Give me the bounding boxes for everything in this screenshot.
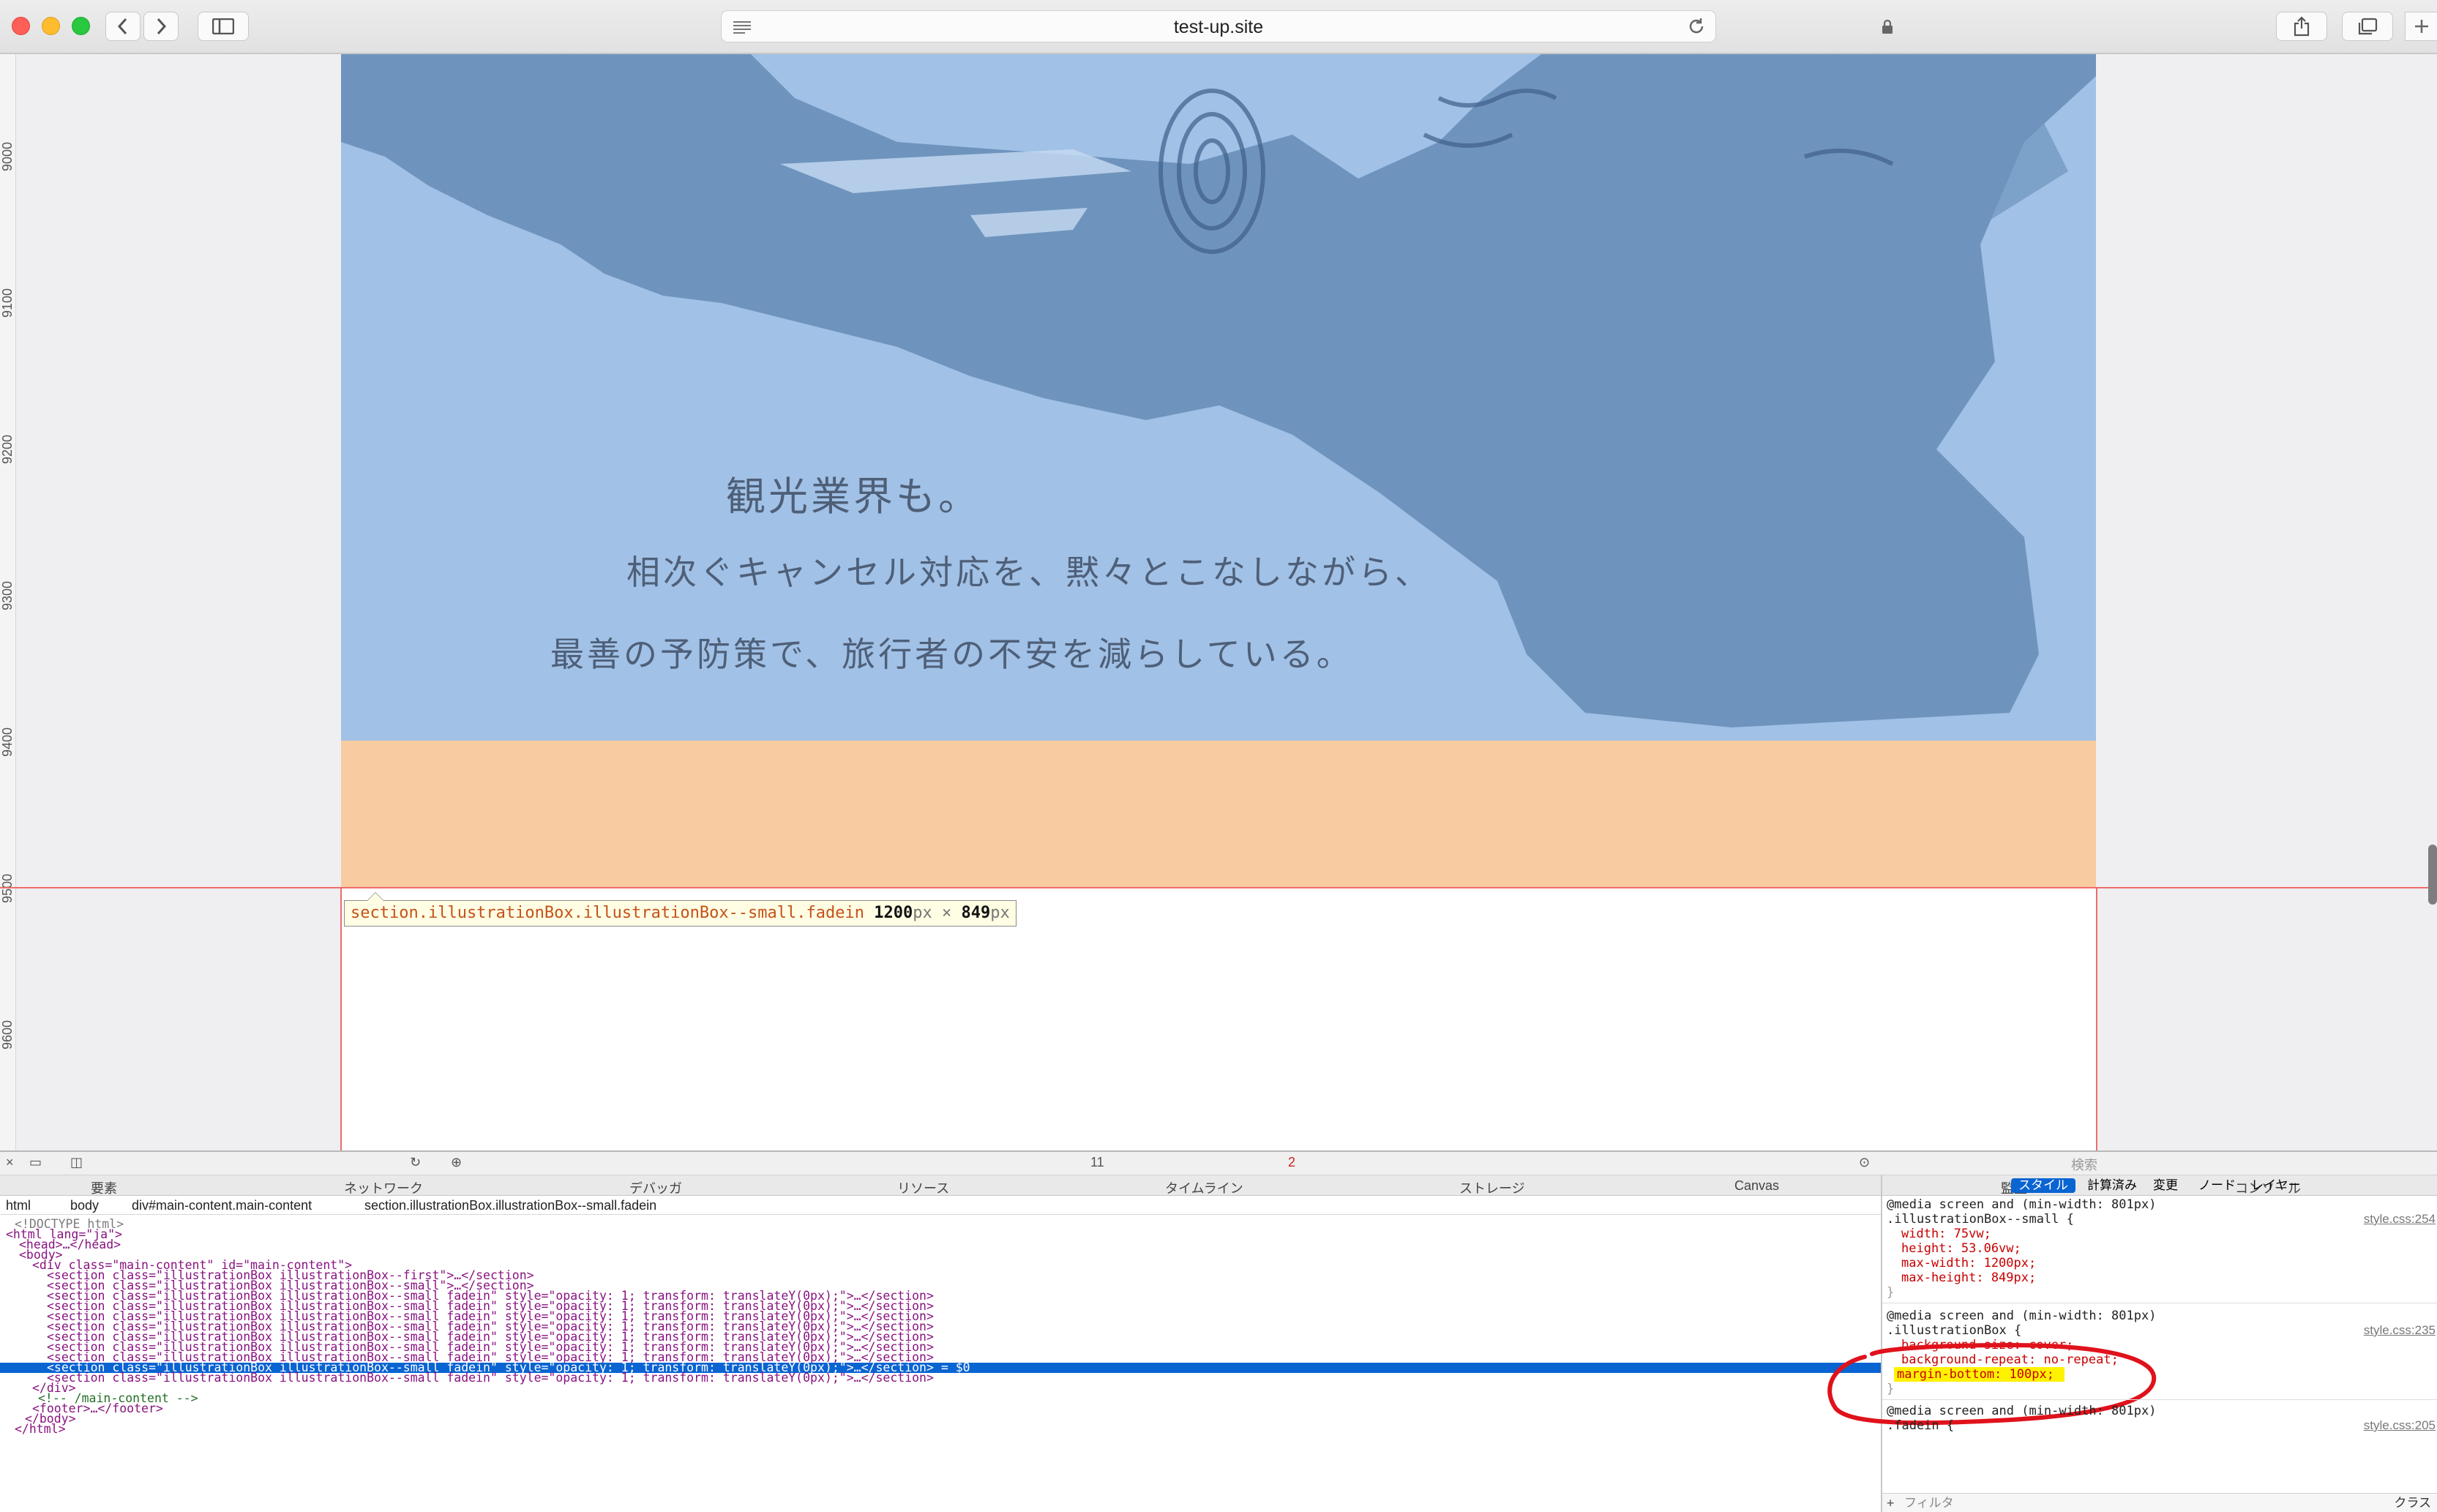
illustration-section: 観光業界も。 相次ぐキャンセル対応を、黙々とこなしながら、 最善の予防策で、旅行… bbox=[341, 54, 2096, 741]
scrollbar-thumb[interactable] bbox=[2428, 845, 2437, 905]
guide-line-vertical bbox=[2096, 887, 2097, 1150]
tab-resources[interactable]: リソース bbox=[897, 1178, 949, 1197]
ruler-label: 9100 bbox=[0, 288, 15, 318]
tab-debugger[interactable]: デバッガ bbox=[629, 1178, 682, 1197]
dock-icon[interactable]: ▭ bbox=[29, 1155, 42, 1170]
styles-sidebar: スタイル 計算済み 変更 ノード レイヤー @media screen and … bbox=[1827, 1178, 2437, 1512]
web-page: 観光業界も。 相次ぐキャンセル対応を、黙々とこなしながら、 最善の予防策で、旅行… bbox=[341, 54, 2096, 1150]
tab-overview-button[interactable] bbox=[2342, 12, 2393, 41]
ruler-label: 9300 bbox=[0, 580, 15, 610]
reload-icon[interactable] bbox=[1686, 16, 1707, 37]
illustration-text-line: 最善の予防策で、旅行者の不安を減らしている。 bbox=[550, 635, 1353, 674]
source-link[interactable]: style.css:254 bbox=[2364, 1212, 2436, 1227]
tooltip-height: 849 bbox=[961, 904, 991, 922]
share-icon bbox=[2294, 16, 2310, 37]
guide-line-horizontal bbox=[0, 887, 2437, 888]
tab-changes[interactable]: 変更 bbox=[2153, 1178, 2178, 1193]
illustration-text-line: 観光業界も。 bbox=[726, 474, 981, 520]
tab-storage[interactable]: ストレージ bbox=[1459, 1178, 1525, 1197]
tab-elements[interactable]: 要素 bbox=[91, 1178, 117, 1197]
sidebar-button[interactable] bbox=[198, 12, 249, 41]
forward-button[interactable] bbox=[143, 12, 179, 41]
add-rule-icon[interactable]: + bbox=[1887, 1496, 1894, 1511]
css-property[interactable]: height: 53.06vw; bbox=[1901, 1241, 2021, 1256]
tabs-icon bbox=[2358, 18, 2378, 35]
css-property[interactable]: max-width: 1200px; bbox=[1901, 1256, 2036, 1270]
breadcrumb-item[interactable]: body bbox=[70, 1198, 99, 1213]
style-tabs: スタイル 計算済み 変更 ノード レイヤー bbox=[1882, 1177, 2437, 1196]
sidebar-icon bbox=[212, 18, 234, 34]
tab-layers[interactable]: レイヤー bbox=[2251, 1178, 2301, 1193]
dom-node[interactable]: <html lang="ja"> bbox=[0, 1228, 1881, 1240]
css-property[interactable]: max-height: 849px; bbox=[1901, 1270, 2036, 1285]
tooltip-width: 1200 bbox=[874, 904, 913, 922]
url-text: test-up.site bbox=[1173, 17, 1264, 37]
breadcrumb-item[interactable]: section.illustrationBox.illustrationBox-… bbox=[364, 1198, 656, 1213]
styles-filter-bar: + フィルタ クラス bbox=[1882, 1493, 2437, 1512]
breadcrumb-item[interactable]: div#main-content.main-content bbox=[132, 1198, 312, 1213]
web-inspector: × ▭ ◫ ↻ ⊕ 11 2 ⊙ 検索 要素 ネットワーク デバッガ リソース … bbox=[0, 1150, 2437, 1512]
margin-bottom-highlight bbox=[341, 741, 2096, 887]
lock-icon bbox=[1882, 20, 1893, 34]
new-tab-button[interactable] bbox=[2405, 12, 2437, 41]
media-query: @media screen and (min-width: 801px) bbox=[1887, 1197, 2157, 1212]
dom-node[interactable]: <section class="illustrationBox illustra… bbox=[0, 1371, 1881, 1384]
tab-network[interactable]: ネットワーク bbox=[344, 1178, 423, 1197]
ruler-label: 9400 bbox=[0, 727, 15, 757]
chevron-right-icon bbox=[157, 18, 167, 35]
dom-node[interactable]: </html> bbox=[0, 1423, 1881, 1435]
tooltip-selector: section.illustrationBox.illustrationBox-… bbox=[351, 904, 864, 922]
next-section bbox=[341, 887, 2096, 1150]
tab-computed[interactable]: 計算済み bbox=[2087, 1178, 2137, 1193]
ruler-label: 9600 bbox=[0, 1019, 15, 1049]
share-button[interactable] bbox=[2276, 12, 2327, 41]
doc-count: 11 bbox=[1090, 1155, 1104, 1169]
class-toggle[interactable]: クラス bbox=[2394, 1496, 2431, 1511]
search-field[interactable]: 検索 bbox=[2071, 1155, 2097, 1174]
dom-node[interactable]: <!DOCTYPE html> bbox=[0, 1218, 1881, 1230]
plus-icon bbox=[2414, 20, 2428, 33]
filter-input[interactable]: フィルタ bbox=[1904, 1496, 1954, 1511]
zoom-window-button[interactable] bbox=[72, 17, 90, 35]
dom-node[interactable]: </div> bbox=[0, 1382, 1881, 1394]
download-icon[interactable]: ⊕ bbox=[451, 1155, 462, 1170]
close-window-button[interactable] bbox=[12, 17, 30, 35]
tab-canvas[interactable]: Canvas bbox=[1734, 1178, 1779, 1194]
close-inspector-icon[interactable]: × bbox=[6, 1155, 14, 1170]
css-selector[interactable]: .illustrationBox--small { bbox=[1887, 1212, 2074, 1227]
css-property[interactable]: width: 75vw; bbox=[1901, 1227, 1991, 1241]
minimize-window-button[interactable] bbox=[42, 17, 60, 35]
ruler-label: 9000 bbox=[0, 141, 15, 171]
dom-node[interactable]: </body> bbox=[0, 1412, 1881, 1425]
reload-page-icon[interactable]: ↻ bbox=[410, 1155, 421, 1170]
chevron-left-icon bbox=[117, 18, 127, 35]
illustration-text-line: 相次ぐキャンセル対応を、黙々とこなしながら、 bbox=[626, 553, 1431, 592]
back-button[interactable] bbox=[105, 12, 141, 41]
page-viewport[interactable]: 9000 9100 9200 9300 9400 9500 9600 bbox=[0, 54, 2437, 1150]
inspector-top-bar: × ▭ ◫ ↻ ⊕ 11 2 ⊙ 検索 bbox=[0, 1152, 2437, 1175]
browser-toolbar: test-up.site bbox=[0, 0, 2437, 54]
dom-node[interactable]: <head>…</head> bbox=[0, 1238, 1881, 1251]
dom-tree: <!DOCTYPE html> <html lang="ja"> <head>…… bbox=[0, 1216, 1881, 1512]
inspect-target-icon[interactable]: ⊙ bbox=[1859, 1155, 1870, 1170]
element-size-tooltip: section.illustrationBox.illustrationBox-… bbox=[344, 892, 1017, 927]
tab-styles[interactable]: スタイル bbox=[2011, 1178, 2075, 1193]
source-link[interactable]: style.css:235 bbox=[2364, 1323, 2436, 1338]
breadcrumb-item[interactable]: html bbox=[6, 1198, 31, 1213]
vertical-ruler: 9000 9100 9200 9300 9400 9500 9600 bbox=[0, 54, 16, 1150]
tab-timeline[interactable]: タイムライン bbox=[1165, 1178, 1243, 1197]
address-bar[interactable]: test-up.site bbox=[721, 10, 1893, 42]
guide-line-vertical bbox=[340, 887, 342, 1150]
error-count[interactable]: 2 bbox=[1288, 1155, 1295, 1170]
media-query: @media screen and (min-width: 801px) bbox=[1887, 1404, 2157, 1418]
breadcrumb: html body div#main-content.main-content … bbox=[0, 1196, 1881, 1215]
dom-node[interactable]: <!-- /main-content --> bbox=[0, 1392, 1881, 1404]
ruler-label: 9200 bbox=[0, 434, 15, 464]
css-selector[interactable]: .fadein { bbox=[1887, 1418, 1954, 1433]
media-query: @media screen and (min-width: 801px) bbox=[1887, 1309, 2157, 1323]
dom-node[interactable]: <footer>…</footer> bbox=[0, 1402, 1881, 1415]
undock-icon[interactable]: ◫ bbox=[70, 1155, 83, 1170]
source-link[interactable]: style.css:205 bbox=[2364, 1418, 2436, 1433]
tab-node[interactable]: ノード bbox=[2198, 1178, 2236, 1193]
